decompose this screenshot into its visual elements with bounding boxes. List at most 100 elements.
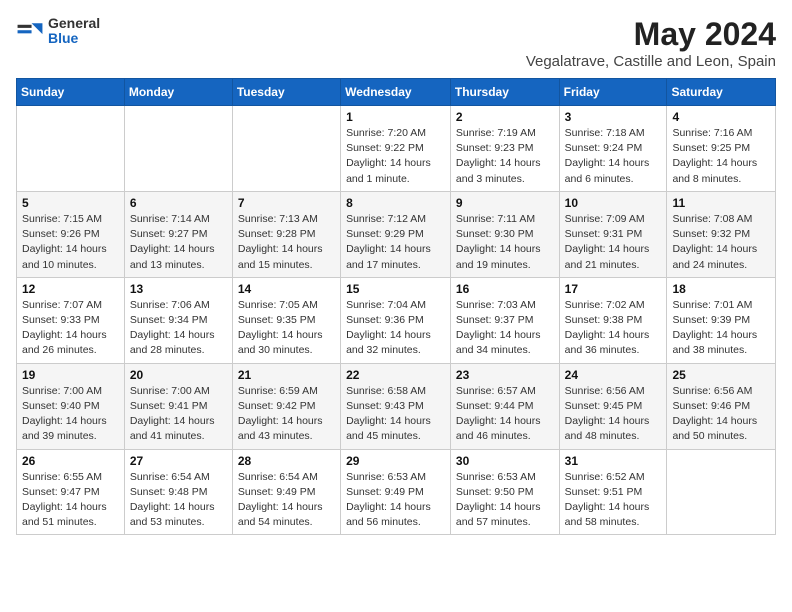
day-number: 19	[22, 368, 119, 382]
day-number: 29	[346, 454, 445, 468]
weekday-header: Saturday	[667, 79, 776, 106]
day-info: Sunrise: 6:54 AM Sunset: 9:49 PM Dayligh…	[238, 470, 335, 531]
day-info: Sunrise: 6:58 AM Sunset: 9:43 PM Dayligh…	[346, 384, 445, 445]
day-number: 9	[456, 196, 554, 210]
calendar-day-cell: 21 Sunrise: 6:59 AM Sunset: 9:42 PM Dayli…	[232, 363, 340, 449]
calendar-day-cell: 20 Sunrise: 7:00 AM Sunset: 9:41 PM Dayli…	[124, 363, 232, 449]
day-info: Sunrise: 6:57 AM Sunset: 9:44 PM Dayligh…	[456, 384, 554, 445]
calendar-day-cell: 28 Sunrise: 6:54 AM Sunset: 9:49 PM Dayli…	[232, 449, 340, 535]
weekday-header: Friday	[559, 79, 667, 106]
day-number: 27	[130, 454, 227, 468]
day-number: 8	[346, 196, 445, 210]
calendar-week-row: 5Sunrise: 7:15 AM Sunset: 9:26 PM Daylig…	[17, 191, 776, 277]
calendar-day-cell: 14Sunrise: 7:05 AM Sunset: 9:35 PM Dayli…	[232, 277, 340, 363]
calendar-day-cell: 22 Sunrise: 6:58 AM Sunset: 9:43 PM Dayli…	[341, 363, 451, 449]
day-info: Sunrise: 7:20 AM Sunset: 9:22 PM Dayligh…	[346, 126, 445, 187]
day-number: 20	[130, 368, 227, 382]
day-info: Sunrise: 7:02 AM Sunset: 9:38 PM Dayligh…	[565, 298, 662, 359]
calendar-day-cell: 26Sunrise: 6:55 AM Sunset: 9:47 PM Dayli…	[17, 449, 125, 535]
day-number: 4	[672, 110, 770, 124]
day-number: 7	[238, 196, 335, 210]
day-info: Sunrise: 7:00 AM Sunset: 9:41 PM Dayligh…	[130, 384, 227, 445]
calendar-day-cell: 25 Sunrise: 6:56 AM Sunset: 9:46 PM Dayli…	[667, 363, 776, 449]
day-number: 24	[565, 368, 662, 382]
day-number: 22	[346, 368, 445, 382]
calendar-day-cell: 24Sunrise: 6:56 AM Sunset: 9:45 PM Dayli…	[559, 363, 667, 449]
day-number: 21	[238, 368, 335, 382]
day-number: 28	[238, 454, 335, 468]
day-info: Sunrise: 6:53 AM Sunset: 9:49 PM Dayligh…	[346, 470, 445, 531]
day-info: Sunrise: 7:13 AM Sunset: 9:28 PM Dayligh…	[238, 212, 335, 273]
calendar-week-row: 12 Sunrise: 7:07 AM Sunset: 9:33 PM Dayli…	[17, 277, 776, 363]
day-number: 12	[22, 282, 119, 296]
day-info: Sunrise: 7:04 AM Sunset: 9:36 PM Dayligh…	[346, 298, 445, 359]
calendar-week-row: 1 Sunrise: 7:20 AM Sunset: 9:22 PM Daylig…	[17, 106, 776, 192]
calendar-day-cell: 10Sunrise: 7:09 AM Sunset: 9:31 PM Dayli…	[559, 191, 667, 277]
day-info: Sunrise: 6:56 AM Sunset: 9:46 PM Dayligh…	[672, 384, 770, 445]
logo-blue: Blue	[48, 31, 100, 46]
day-info: Sunrise: 6:52 AM Sunset: 9:51 PM Dayligh…	[565, 470, 662, 531]
day-info: Sunrise: 7:00 AM Sunset: 9:40 PM Dayligh…	[22, 384, 119, 445]
calendar-week-row: 26Sunrise: 6:55 AM Sunset: 9:47 PM Dayli…	[17, 449, 776, 535]
calendar-day-cell: 18Sunrise: 7:01 AM Sunset: 9:39 PM Dayli…	[667, 277, 776, 363]
calendar: SundayMondayTuesdayWednesdayThursdayFrid…	[16, 78, 776, 535]
location: Vegalatrave, Castille and Leon, Spain	[526, 53, 776, 70]
calendar-day-cell: 29 Sunrise: 6:53 AM Sunset: 9:49 PM Dayli…	[341, 449, 451, 535]
calendar-day-cell: 27 Sunrise: 6:54 AM Sunset: 9:48 PM Dayli…	[124, 449, 232, 535]
calendar-day-cell: 3Sunrise: 7:18 AM Sunset: 9:24 PM Daylig…	[559, 106, 667, 192]
calendar-header-row: SundayMondayTuesdayWednesdayThursdayFrid…	[17, 79, 776, 106]
day-number: 1	[346, 110, 445, 124]
calendar-day-cell: 4 Sunrise: 7:16 AM Sunset: 9:25 PM Daylig…	[667, 106, 776, 192]
calendar-day-cell: 12 Sunrise: 7:07 AM Sunset: 9:33 PM Dayli…	[17, 277, 125, 363]
calendar-day-cell	[17, 106, 125, 192]
day-number: 6	[130, 196, 227, 210]
day-info: Sunrise: 7:14 AM Sunset: 9:27 PM Dayligh…	[130, 212, 227, 273]
day-info: Sunrise: 7:09 AM Sunset: 9:31 PM Dayligh…	[565, 212, 662, 273]
weekday-header: Wednesday	[341, 79, 451, 106]
day-info: Sunrise: 7:15 AM Sunset: 9:26 PM Dayligh…	[22, 212, 119, 273]
day-info: Sunrise: 7:07 AM Sunset: 9:33 PM Dayligh…	[22, 298, 119, 359]
logo: General Blue	[16, 16, 100, 47]
day-number: 16	[456, 282, 554, 296]
day-number: 2	[456, 110, 554, 124]
day-number: 23	[456, 368, 554, 382]
calendar-day-cell	[232, 106, 340, 192]
calendar-day-cell: 15Sunrise: 7:04 AM Sunset: 9:36 PM Dayli…	[341, 277, 451, 363]
logo-icon	[16, 17, 44, 45]
day-info: Sunrise: 7:12 AM Sunset: 9:29 PM Dayligh…	[346, 212, 445, 273]
logo-text: General Blue	[48, 16, 100, 47]
day-number: 13	[130, 282, 227, 296]
calendar-day-cell: 11Sunrise: 7:08 AM Sunset: 9:32 PM Dayli…	[667, 191, 776, 277]
day-info: Sunrise: 7:03 AM Sunset: 9:37 PM Dayligh…	[456, 298, 554, 359]
page-header: General Blue May 2024 Vegalatrave, Casti…	[16, 16, 776, 70]
month-title: May 2024	[526, 16, 776, 53]
day-number: 18	[672, 282, 770, 296]
calendar-day-cell: 31Sunrise: 6:52 AM Sunset: 9:51 PM Dayli…	[559, 449, 667, 535]
calendar-day-cell: 30 Sunrise: 6:53 AM Sunset: 9:50 PM Dayli…	[450, 449, 559, 535]
calendar-day-cell: 2Sunrise: 7:19 AM Sunset: 9:23 PM Daylig…	[450, 106, 559, 192]
calendar-day-cell: 19 Sunrise: 7:00 AM Sunset: 9:40 PM Dayli…	[17, 363, 125, 449]
weekday-header: Thursday	[450, 79, 559, 106]
logo-general: General	[48, 16, 100, 31]
day-info: Sunrise: 6:53 AM Sunset: 9:50 PM Dayligh…	[456, 470, 554, 531]
calendar-day-cell: 8 Sunrise: 7:12 AM Sunset: 9:29 PM Daylig…	[341, 191, 451, 277]
title-block: May 2024 Vegalatrave, Castille and Leon,…	[526, 16, 776, 70]
weekday-header: Monday	[124, 79, 232, 106]
calendar-day-cell: 13Sunrise: 7:06 AM Sunset: 9:34 PM Dayli…	[124, 277, 232, 363]
day-info: Sunrise: 7:11 AM Sunset: 9:30 PM Dayligh…	[456, 212, 554, 273]
calendar-day-cell: 9 Sunrise: 7:11 AM Sunset: 9:30 PM Daylig…	[450, 191, 559, 277]
day-number: 14	[238, 282, 335, 296]
calendar-day-cell: 17Sunrise: 7:02 AM Sunset: 9:38 PM Dayli…	[559, 277, 667, 363]
calendar-day-cell	[124, 106, 232, 192]
day-info: Sunrise: 6:59 AM Sunset: 9:42 PM Dayligh…	[238, 384, 335, 445]
day-info: Sunrise: 6:54 AM Sunset: 9:48 PM Dayligh…	[130, 470, 227, 531]
day-info: Sunrise: 7:16 AM Sunset: 9:25 PM Dayligh…	[672, 126, 770, 187]
day-number: 25	[672, 368, 770, 382]
day-number: 30	[456, 454, 554, 468]
day-number: 3	[565, 110, 662, 124]
calendar-day-cell	[667, 449, 776, 535]
calendar-day-cell: 7 Sunrise: 7:13 AM Sunset: 9:28 PM Daylig…	[232, 191, 340, 277]
calendar-day-cell: 1 Sunrise: 7:20 AM Sunset: 9:22 PM Daylig…	[341, 106, 451, 192]
weekday-header: Sunday	[17, 79, 125, 106]
calendar-week-row: 19 Sunrise: 7:00 AM Sunset: 9:40 PM Dayli…	[17, 363, 776, 449]
